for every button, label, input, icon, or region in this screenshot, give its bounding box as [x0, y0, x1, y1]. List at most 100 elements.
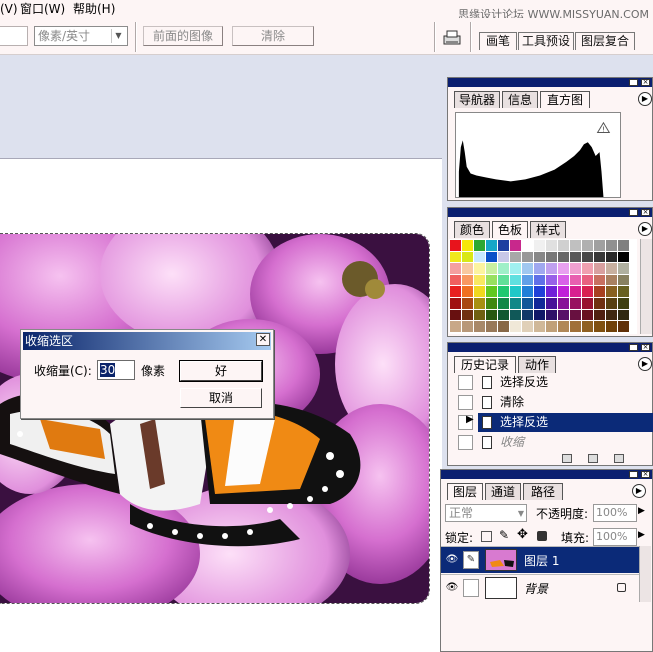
color-swatch[interactable] — [534, 263, 545, 274]
color-swatch[interactable] — [462, 240, 473, 251]
color-swatch[interactable] — [582, 240, 593, 251]
history-item[interactable]: 清除 — [478, 393, 653, 412]
color-swatch[interactable] — [570, 321, 581, 332]
tab-navigator[interactable]: 导航器 — [454, 91, 500, 108]
palette-titlebar[interactable]: × — [448, 208, 652, 217]
color-swatch[interactable] — [558, 298, 569, 309]
color-swatch[interactable] — [450, 286, 461, 297]
tab-info[interactable]: 信息 — [502, 91, 538, 108]
color-swatch[interactable] — [462, 274, 473, 286]
palette-titlebar[interactable]: × — [448, 78, 652, 87]
color-swatch[interactable] — [606, 321, 617, 332]
color-swatch[interactable] — [474, 274, 485, 286]
color-swatch[interactable] — [594, 274, 605, 286]
color-swatch[interactable] — [570, 309, 581, 321]
color-swatch[interactable] — [498, 286, 509, 297]
history-snapshot-checkbox[interactable] — [458, 435, 473, 450]
history-item-selected[interactable]: 选择反选 — [478, 413, 653, 432]
palette-titlebar[interactable]: × — [441, 470, 652, 479]
color-swatch[interactable] — [498, 251, 509, 263]
color-swatch[interactable] — [510, 240, 521, 251]
color-swatch[interactable] — [534, 251, 545, 263]
blend-mode-select[interactable]: 正常 ▼ — [445, 504, 527, 522]
tab-actions[interactable]: 动作 — [518, 356, 556, 373]
color-swatch[interactable] — [498, 321, 509, 332]
color-swatch[interactable] — [522, 263, 533, 274]
color-swatch[interactable] — [558, 309, 569, 321]
lock-all-icon[interactable] — [537, 531, 547, 541]
color-swatch[interactable] — [618, 274, 629, 286]
color-swatch[interactable] — [546, 286, 557, 297]
color-swatch[interactable] — [606, 309, 617, 321]
lock-move-icon[interactable]: ✥ — [517, 527, 528, 542]
color-swatch[interactable] — [498, 298, 509, 309]
tab-history[interactable]: 历史记录 — [454, 356, 516, 373]
color-swatch[interactable] — [522, 309, 533, 321]
color-swatch[interactable] — [618, 309, 629, 321]
color-swatch[interactable] — [462, 321, 473, 332]
color-swatch[interactable] — [450, 263, 461, 274]
color-swatch[interactable] — [486, 274, 497, 286]
color-swatch[interactable] — [546, 240, 557, 251]
color-swatch[interactable] — [558, 251, 569, 263]
color-swatch[interactable] — [558, 240, 569, 251]
clear-button[interactable]: 清除 — [232, 26, 314, 46]
menu-view[interactable]: (V) — [0, 1, 18, 17]
color-swatch[interactable] — [546, 309, 557, 321]
menu-window[interactable]: 窗口(W) — [20, 1, 65, 17]
color-swatch[interactable] — [498, 240, 509, 251]
palette-menu-icon[interactable]: ▶ — [638, 92, 652, 106]
color-swatch[interactable] — [450, 321, 461, 332]
history-snapshot-checkbox[interactable] — [458, 395, 473, 410]
color-swatch[interactable] — [450, 274, 461, 286]
close-icon[interactable]: × — [641, 209, 650, 216]
minimize-icon[interactable] — [629, 344, 638, 351]
color-swatch[interactable] — [522, 274, 533, 286]
color-swatch[interactable] — [450, 309, 461, 321]
palette-menu-icon[interactable]: ▶ — [638, 222, 652, 236]
close-icon[interactable]: × — [641, 344, 650, 351]
minimize-icon[interactable] — [629, 209, 638, 216]
color-swatch[interactable] — [462, 298, 473, 309]
cancel-button[interactable]: 取消 — [180, 388, 262, 408]
tab-swatches[interactable]: 色板 — [492, 221, 528, 238]
color-swatch[interactable] — [570, 240, 581, 251]
eye-icon[interactable]: 👁 — [445, 581, 459, 595]
color-swatch[interactable] — [522, 251, 533, 263]
color-swatch[interactable] — [450, 298, 461, 309]
color-swatch[interactable] — [474, 286, 485, 297]
close-icon[interactable]: × — [641, 79, 650, 86]
close-icon[interactable]: × — [641, 471, 650, 478]
well-tab-tool-presets[interactable]: 工具预设 — [518, 32, 574, 50]
color-swatch[interactable] — [594, 286, 605, 297]
color-swatch[interactable] — [606, 298, 617, 309]
color-swatch[interactable] — [474, 240, 485, 251]
color-swatch[interactable] — [582, 274, 593, 286]
link-icon[interactable] — [463, 579, 479, 597]
snapshot-icon[interactable] — [588, 454, 598, 463]
color-swatch[interactable] — [570, 263, 581, 274]
color-swatch[interactable] — [606, 286, 617, 297]
color-swatch[interactable] — [486, 309, 497, 321]
tab-color[interactable]: 颜色 — [454, 221, 490, 238]
color-swatch[interactable] — [486, 286, 497, 297]
color-swatch[interactable] — [606, 251, 617, 263]
color-swatch[interactable] — [462, 263, 473, 274]
color-swatch[interactable] — [594, 309, 605, 321]
file-browser-icon[interactable] — [442, 30, 462, 46]
color-swatch[interactable] — [474, 251, 485, 263]
layers-scrollbar[interactable] — [639, 546, 651, 602]
layer-row[interactable]: 👁 背景 — [441, 574, 646, 601]
brush-icon[interactable]: ✎ — [463, 551, 479, 569]
color-swatch[interactable] — [534, 274, 545, 286]
color-swatch[interactable] — [462, 251, 473, 263]
opacity-input[interactable]: 100% — [593, 504, 637, 522]
color-swatch[interactable] — [594, 263, 605, 274]
history-brush-marker-icon[interactable]: ▶ — [466, 414, 474, 425]
color-swatch[interactable] — [510, 298, 521, 309]
color-swatch[interactable] — [558, 321, 569, 332]
fill-slider-icon[interactable]: ▶ — [638, 530, 645, 540]
color-swatch[interactable] — [474, 298, 485, 309]
color-swatch[interactable] — [486, 263, 497, 274]
color-swatch[interactable] — [582, 321, 593, 332]
